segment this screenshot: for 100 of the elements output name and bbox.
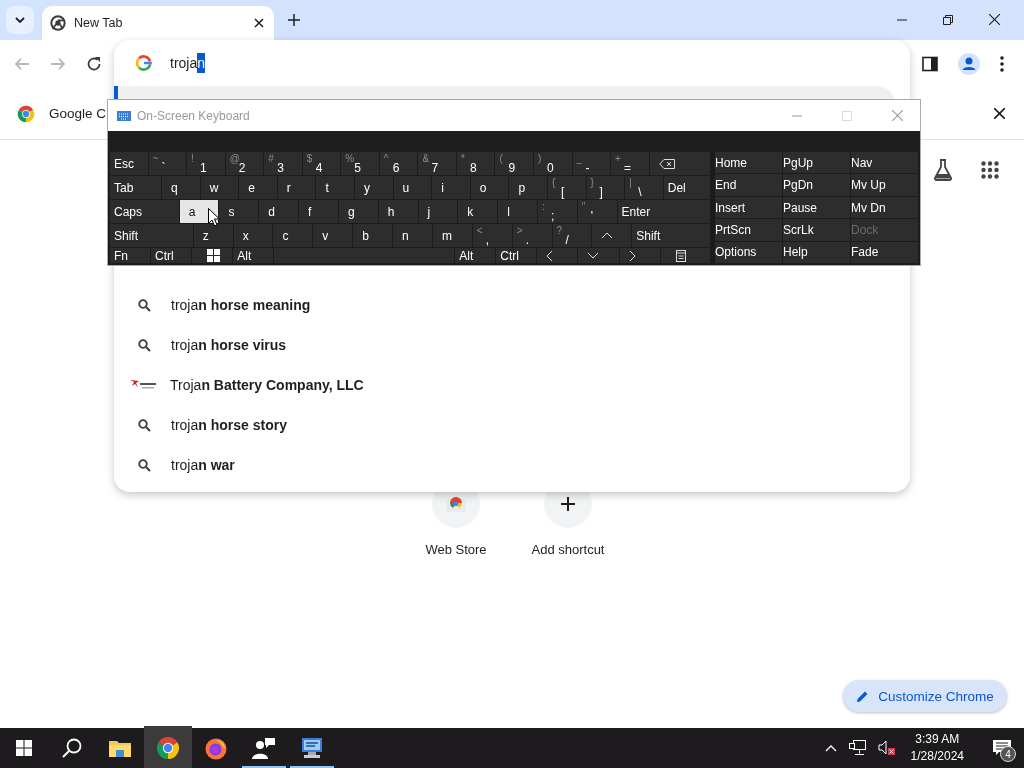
- keyboard-key[interactable]: [192, 248, 233, 263]
- keyboard-key[interactable]: q: [162, 176, 200, 199]
- keyboard-key[interactable]: Shift: [110, 224, 193, 247]
- keyboard-key[interactable]: # 3: [264, 152, 302, 175]
- side-panel-icon[interactable]: [922, 56, 938, 72]
- keyboard-key[interactable]: Mv Dn: [851, 196, 918, 219]
- keyboard-key[interactable]: [660, 248, 711, 263]
- keyboard-key[interactable]: u: [393, 176, 432, 199]
- keyboard-key[interactable]: > .: [512, 224, 552, 247]
- keyboard-key[interactable]: $ 4: [302, 152, 341, 175]
- keyboard-key[interactable]: d: [259, 200, 299, 223]
- keyboard-key[interactable]: z: [193, 224, 233, 247]
- keyboard-key[interactable]: Fade: [851, 241, 918, 264]
- keyboard-key[interactable]: & 7: [418, 152, 456, 175]
- keyboard-key[interactable]: " ': [577, 200, 617, 223]
- keyboard-key[interactable]: ~ `: [148, 152, 187, 175]
- keyboard-key[interactable]: Enter: [617, 200, 711, 223]
- keyboard-key[interactable]: f: [299, 200, 338, 223]
- chevron-up-icon[interactable]: [824, 744, 837, 752]
- taskbar-button[interactable]: [144, 726, 192, 768]
- keyboard-key[interactable]: @ 2: [225, 152, 264, 175]
- keyboard-key[interactable]: Del: [663, 176, 710, 199]
- keyboard-key[interactable]: Tab: [110, 176, 162, 199]
- keyboard-key[interactable]: ScrLk: [783, 219, 850, 241]
- apps-grid-icon[interactable]: [981, 161, 999, 179]
- keyboard-key[interactable]: x: [233, 224, 273, 247]
- restore-icon[interactable]: [943, 15, 953, 25]
- keyboard-key[interactable]: Alt: [233, 248, 274, 263]
- keyboard-key[interactable]: Options: [715, 241, 782, 264]
- muted-speaker-icon[interactable]: [877, 740, 895, 756]
- close-icon[interactable]: [989, 14, 1000, 25]
- keyboard-key[interactable]: m: [432, 224, 472, 247]
- keyboard-key[interactable]: < ,: [472, 224, 512, 247]
- keyboard-key[interactable]: Ctrl: [496, 248, 537, 263]
- keyboard-key[interactable]: l: [498, 200, 537, 223]
- address-field[interactable]: trojan: [170, 53, 206, 73]
- network-icon[interactable]: [848, 740, 866, 756]
- menu-icon[interactable]: [1000, 56, 1004, 72]
- keyboard-key[interactable]: { [: [548, 176, 586, 199]
- keyboard-key[interactable]: Help: [783, 241, 850, 264]
- keyboard-key[interactable]: } ]: [586, 176, 625, 199]
- keyboard-key[interactable]: End: [715, 174, 782, 196]
- new-tab-icon[interactable]: [288, 14, 300, 26]
- keyboard-key[interactable]: PrtScn: [715, 219, 782, 241]
- keyboard-key[interactable]: i: [432, 176, 470, 199]
- keyboard-key[interactable]: Home: [715, 152, 782, 174]
- keyboard-key[interactable]: v: [313, 224, 353, 247]
- browser-tab[interactable]: New Tab: [42, 6, 274, 40]
- suggestion-item[interactable]: trojan horse meaning: [114, 285, 910, 325]
- keyboard-key[interactable]: t: [316, 176, 354, 199]
- keyboard-key[interactable]: * 8: [456, 152, 495, 175]
- profile-icon[interactable]: [958, 53, 980, 75]
- keyboard-key[interactable]: b: [353, 224, 393, 247]
- clock[interactable]: 3:39 AM 1/28/2024: [900, 731, 974, 765]
- keyboard-key[interactable]: Ctrl: [151, 248, 192, 263]
- suggestion-item[interactable]: Trojan Battery Company, LLC: [114, 365, 910, 405]
- keyboard-key[interactable]: Shift: [632, 224, 710, 247]
- keyboard-key[interactable]: Insert: [715, 196, 782, 219]
- flask-icon[interactable]: [933, 159, 953, 181]
- keyboard-key[interactable]: ( 9: [495, 152, 533, 175]
- keyboard-key[interactable]: % 5: [341, 152, 379, 175]
- suggestion-item[interactable]: trojan war: [114, 445, 910, 485]
- keyboard-key[interactable]: ? /: [552, 224, 592, 247]
- customize-chrome-button[interactable]: Customize Chrome: [843, 680, 1007, 712]
- keyboard-key[interactable]: r: [277, 176, 316, 199]
- keyboard-key[interactable]: j: [418, 200, 458, 223]
- keyboard-key[interactable]: + =: [611, 152, 649, 175]
- keyboard-key[interactable]: c: [273, 224, 313, 247]
- keyboard-key[interactable]: [649, 152, 711, 175]
- keyboard-key[interactable]: y: [355, 176, 393, 199]
- keyboard-key[interactable]: o: [470, 176, 509, 199]
- keyboard-key[interactable]: _ -: [572, 152, 611, 175]
- close-icon[interactable]: [254, 18, 264, 28]
- keyboard-key[interactable]: : ;: [537, 200, 577, 223]
- keyboard-key[interactable]: Alt: [455, 248, 496, 263]
- keyboard-key[interactable]: Pause: [783, 196, 850, 219]
- keyboard-key[interactable]: ^ 6: [379, 152, 418, 175]
- keyboard-key[interactable]: n: [393, 224, 432, 247]
- keyboard-key[interactable]: Esc: [110, 152, 148, 175]
- keyboard-key[interactable]: Fn: [110, 248, 151, 263]
- keyboard-key[interactable]: Mv Up: [851, 174, 918, 196]
- keyboard-key[interactable]: ) 0: [534, 152, 572, 175]
- keyboard-key[interactable]: Nav: [851, 152, 918, 174]
- keyboard-key[interactable]: ! 1: [187, 152, 225, 175]
- keyboard-key[interactable]: s: [219, 200, 259, 223]
- keyboard-key[interactable]: k: [458, 200, 498, 223]
- suggestion-item[interactable]: trojan horse virus: [114, 325, 910, 365]
- keyboard-key[interactable]: e: [239, 176, 277, 199]
- keyboard-key[interactable]: p: [509, 176, 547, 199]
- keyboard-key[interactable]: PgDn: [783, 174, 850, 196]
- keyboard-key[interactable]: PgUp: [783, 152, 850, 174]
- notifications-button[interactable]: 4: [980, 728, 1024, 768]
- reload-icon[interactable]: [86, 56, 102, 72]
- tab-search-button[interactable]: [6, 6, 34, 34]
- keyboard-key[interactable]: h: [378, 200, 418, 223]
- keyboard-key[interactable]: w: [200, 176, 239, 199]
- close-icon[interactable]: [994, 108, 1005, 119]
- keyboard-key[interactable]: g: [338, 200, 378, 223]
- suggestion-item[interactable]: trojan horse story: [114, 405, 910, 445]
- keyboard-key[interactable]: Caps: [110, 200, 179, 223]
